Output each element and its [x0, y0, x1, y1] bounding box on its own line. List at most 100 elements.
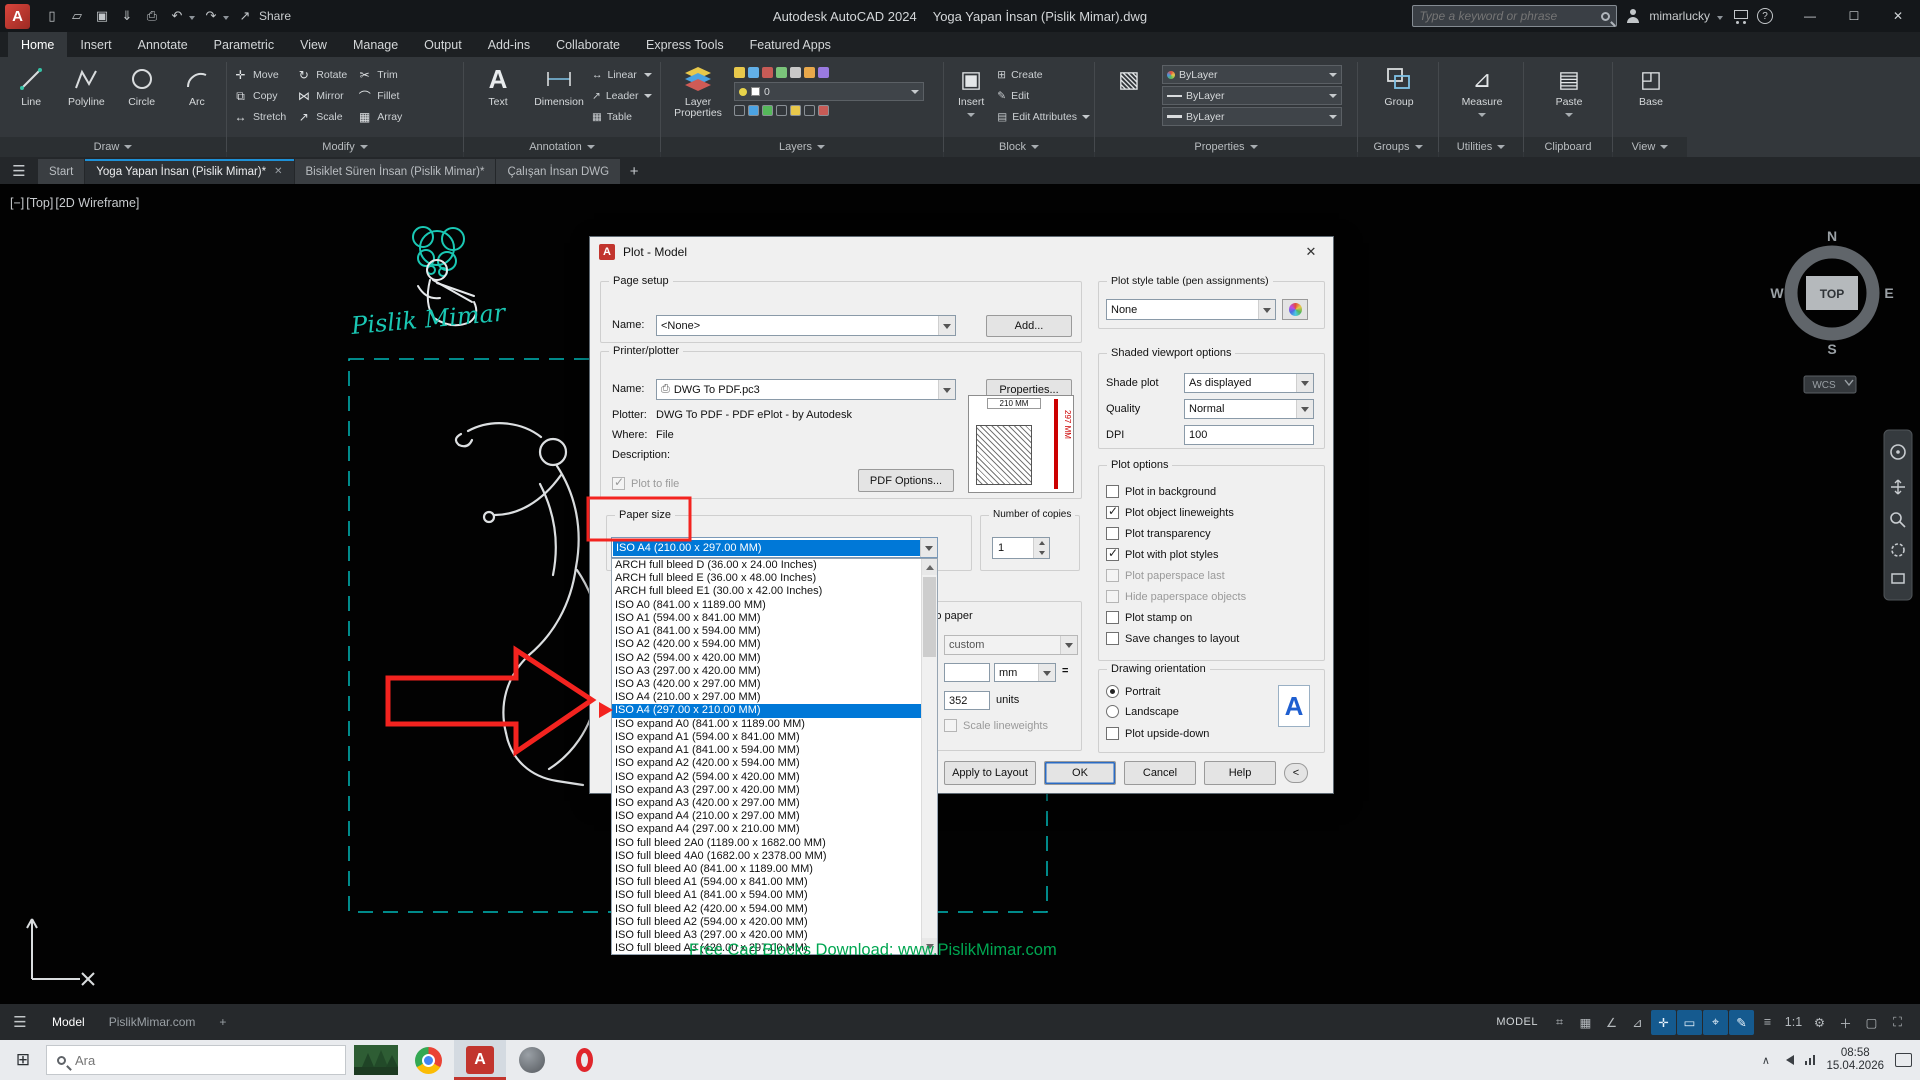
paper-size-option[interactable]: ISO full bleed A1 (841.00 x 594.00 MM) — [612, 889, 937, 902]
layer-tool-icon[interactable] — [818, 105, 829, 116]
customize-icon[interactable]: ＋ — [1833, 1010, 1858, 1035]
insert-block-tool[interactable]: ▣ Insert — [950, 60, 992, 121]
annotation-scale[interactable]: 1:1 — [1781, 1010, 1806, 1035]
ribbon-tab-parametric[interactable]: Parametric — [201, 32, 287, 57]
taskbar-search[interactable] — [46, 1045, 346, 1075]
search-icon[interactable] — [1601, 12, 1610, 21]
paper-size-option[interactable]: ISO expand A4 (297.00 x 210.00 MM) — [612, 823, 937, 836]
text-tool[interactable]: A Text — [470, 60, 526, 108]
share-icon[interactable]: ↗ — [234, 4, 256, 28]
dimension-tool[interactable]: Dimension — [531, 60, 587, 108]
paper-size-option[interactable]: ISO full bleed A0 (841.00 x 1189.00 MM) — [612, 863, 937, 876]
plot-option-plot-transparency[interactable]: Plot transparency — [1106, 523, 1318, 544]
ribbon-tab-express-tools[interactable]: Express Tools — [633, 32, 737, 57]
paste-tool[interactable]: ▤ Paste — [1541, 60, 1597, 121]
clock[interactable]: 08:58 15.04.2026 — [1826, 1047, 1884, 1074]
taskbar-app-gimp[interactable] — [506, 1040, 558, 1080]
plot-option-plot-object-lineweights[interactable]: Plot object lineweights — [1106, 502, 1318, 523]
arc-tool[interactable]: Arc — [172, 60, 222, 108]
layer-tool-icon[interactable] — [790, 105, 801, 116]
undo-icon[interactable]: ↶ — [166, 4, 188, 28]
panel-label-utilities[interactable]: Utilities — [1439, 137, 1523, 157]
open-file-icon[interactable]: ▱ — [66, 4, 88, 28]
measure-tool[interactable]: ⊿ Measure — [1454, 60, 1510, 121]
action-center-icon[interactable] — [1895, 1053, 1912, 1067]
file-tab[interactable]: Bisiklet Süren İnsan (Pislik Mimar)* — [295, 159, 496, 184]
panel-label-layers[interactable]: Layers — [661, 137, 943, 157]
fillet-tool[interactable]: ⌒Fillet — [357, 86, 402, 106]
layer-select-combo[interactable]: 0 — [734, 82, 924, 101]
grid-icon[interactable]: ⌗ — [1547, 1010, 1572, 1035]
layer-state-icon[interactable] — [762, 67, 773, 78]
paper-size-option[interactable]: ISO expand A2 (594.00 x 420.00 MM) — [612, 771, 937, 784]
array-tool[interactable]: ▦Array — [357, 107, 402, 127]
line-tool[interactable]: Line — [6, 60, 56, 108]
mirror-tool[interactable]: ⋈Mirror — [296, 86, 347, 106]
paper-size-option[interactable]: ISO expand A4 (210.00 x 297.00 MM) — [612, 810, 937, 823]
app-store-cart-icon[interactable] — [1734, 10, 1748, 19]
portrait-radio-row[interactable]: Portrait — [1106, 681, 1160, 702]
ortho-icon[interactable]: ▭ — [1677, 1010, 1702, 1035]
layer-tool-icon[interactable] — [776, 105, 787, 116]
object-snap-icon[interactable]: ✛ — [1651, 1010, 1676, 1035]
redo-icon[interactable]: ↷ — [200, 4, 222, 28]
layer-state-icon[interactable] — [776, 67, 787, 78]
layer-properties-tool[interactable]: Layer Properties — [667, 60, 729, 119]
panel-label-view[interactable]: View — [1613, 137, 1687, 157]
paper-size-combo[interactable]: ISO A4 (210.00 x 297.00 MM) — [611, 537, 938, 558]
model-layout-tab[interactable]: Model — [40, 1004, 97, 1040]
circle-tool[interactable]: Circle — [117, 60, 167, 108]
layer-tool-icon[interactable] — [804, 105, 815, 116]
upside-down-row[interactable]: Plot upside-down — [1106, 723, 1209, 744]
paper-size-option[interactable]: ARCH full bleed E (36.00 x 48.00 Inches) — [612, 572, 937, 585]
linetype-combo[interactable]: ByLayer — [1162, 107, 1342, 126]
dialog-titlebar[interactable]: A Plot - Model ✕ — [590, 237, 1333, 266]
snap-mode-icon[interactable]: ▦ — [1573, 1010, 1598, 1035]
match-properties-tool[interactable]: ▧ — [1101, 60, 1157, 96]
paper-size-option[interactable]: ISO A3 (297.00 x 420.00 MM) — [612, 665, 937, 678]
file-tab-menu-icon[interactable]: ☰ — [0, 157, 38, 184]
paper-size-option[interactable]: ARCH full bleed E1 (30.00 x 42.00 Inches… — [612, 585, 937, 598]
help-search-input[interactable] — [1419, 9, 1595, 23]
compass-south[interactable]: S — [1827, 341, 1836, 357]
help-button[interactable]: Help — [1204, 761, 1276, 785]
stretch-tool[interactable]: ↔Stretch — [233, 107, 286, 127]
save-icon[interactable]: ▣ — [91, 4, 113, 28]
taskbar-search-input[interactable] — [75, 1053, 335, 1068]
dropdown-scrollbar[interactable] — [921, 559, 937, 954]
plot-option-plot-stamp-on[interactable]: Plot stamp on — [1106, 607, 1318, 628]
chevron-down-icon[interactable] — [189, 16, 195, 23]
taskbar-app-autocad[interactable]: A — [454, 1040, 506, 1080]
linear-tool[interactable]: ↔Linear — [592, 65, 652, 84]
paper-size-option[interactable]: ISO A1 (841.00 x 594.00 MM) — [612, 625, 937, 638]
edit-block-tool[interactable]: ✎Edit — [997, 86, 1090, 105]
polyline-tool[interactable]: Polyline — [61, 60, 111, 108]
layer-tool-icon[interactable] — [762, 105, 773, 116]
paper-size-option[interactable]: ISO A4 (210.00 x 297.00 MM) — [612, 691, 937, 704]
close-button[interactable]: ✕ — [1876, 0, 1920, 32]
cancel-button[interactable]: Cancel — [1124, 761, 1196, 785]
paper-size-option[interactable]: ISO full bleed A2 (594.00 x 420.00 MM) — [612, 916, 937, 929]
group-tool[interactable]: Group — [1371, 60, 1427, 108]
plot-option-plot-in-background[interactable]: Plot in background — [1106, 481, 1318, 502]
paper-size-option[interactable]: ISO full bleed 4A0 (1682.00 x 2378.00 MM… — [612, 850, 937, 863]
ribbon-tab-collaborate[interactable]: Collaborate — [543, 32, 633, 57]
view-compass[interactable]: TOP N W E S — [1770, 228, 1893, 357]
file-tab[interactable]: Çalışan İnsan DWG — [496, 159, 620, 184]
taskbar-app-opera[interactable] — [558, 1040, 610, 1080]
chevron-down-icon[interactable] — [1717, 16, 1723, 23]
ribbon-tab-manage[interactable]: Manage — [340, 32, 411, 57]
panel-label-draw[interactable]: Draw — [0, 137, 226, 157]
edit-plot-style-button[interactable] — [1282, 299, 1308, 320]
compass-north[interactable]: N — [1827, 228, 1837, 244]
maximize-button[interactable]: ☐ — [1832, 0, 1876, 32]
scrollbar-thumb[interactable] — [923, 577, 936, 657]
dialog-close-icon[interactable]: ✕ — [1298, 244, 1324, 260]
tray-expand-icon[interactable]: ∧ — [1762, 1054, 1770, 1067]
paper-size-option[interactable]: ISO expand A3 (297.00 x 420.00 MM) — [612, 784, 937, 797]
base-view-tool[interactable]: ◰ Base — [1623, 60, 1679, 108]
compass-top-face[interactable]: TOP — [1820, 287, 1844, 301]
print-icon[interactable]: ⎙ — [141, 4, 163, 28]
chevron-down-icon[interactable] — [920, 538, 937, 557]
viewport-style-control[interactable]: [2D Wireframe] — [55, 196, 139, 210]
